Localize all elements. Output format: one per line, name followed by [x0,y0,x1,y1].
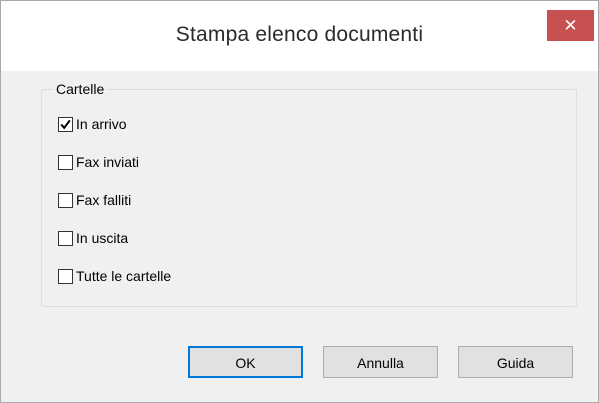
groupbox-label: Cartelle [54,81,107,98]
ok-button[interactable]: OK [188,346,303,378]
checkbox-in-arrivo[interactable]: In arrivo [58,114,127,134]
checkbox-box[interactable] [58,268,73,284]
checkbox-label: In uscita [76,230,129,246]
checkbox-label: In arrivo [76,116,127,132]
checkbox-label: Fax inviati [76,154,140,170]
dialog-window: Stampa elenco documenti ✕ Cartelle In ar… [0,0,599,403]
checkbox-box[interactable] [58,154,73,170]
folders-groupbox: Cartelle In arrivo Fax inviati Fax falli… [41,81,577,307]
checkbox-fax-inviati[interactable]: Fax inviati [58,152,139,172]
title-bar: Stampa elenco documenti ✕ [1,1,598,71]
checkbox-in-uscita[interactable]: In uscita [58,228,128,248]
dialog-body: Cartelle In arrivo Fax inviati Fax falli… [1,71,598,402]
close-icon: ✕ [563,16,578,35]
checkbox-fax-falliti[interactable]: Fax falliti [58,190,131,210]
help-button[interactable]: Guida [458,346,573,378]
cancel-button[interactable]: Annulla [323,346,438,378]
checkbox-box[interactable] [58,230,73,246]
checkbox-label: Fax falliti [76,192,132,208]
checkbox-tutte-le-cartelle[interactable]: Tutte le cartelle [58,266,171,286]
checkbox-box[interactable] [58,192,73,208]
close-button[interactable]: ✕ [547,10,594,41]
checkbox-label: Tutte le cartelle [76,268,172,284]
dialog-title: Stampa elenco documenti [175,23,424,46]
checkbox-box[interactable] [58,116,73,132]
checkmark-icon [60,119,71,129]
